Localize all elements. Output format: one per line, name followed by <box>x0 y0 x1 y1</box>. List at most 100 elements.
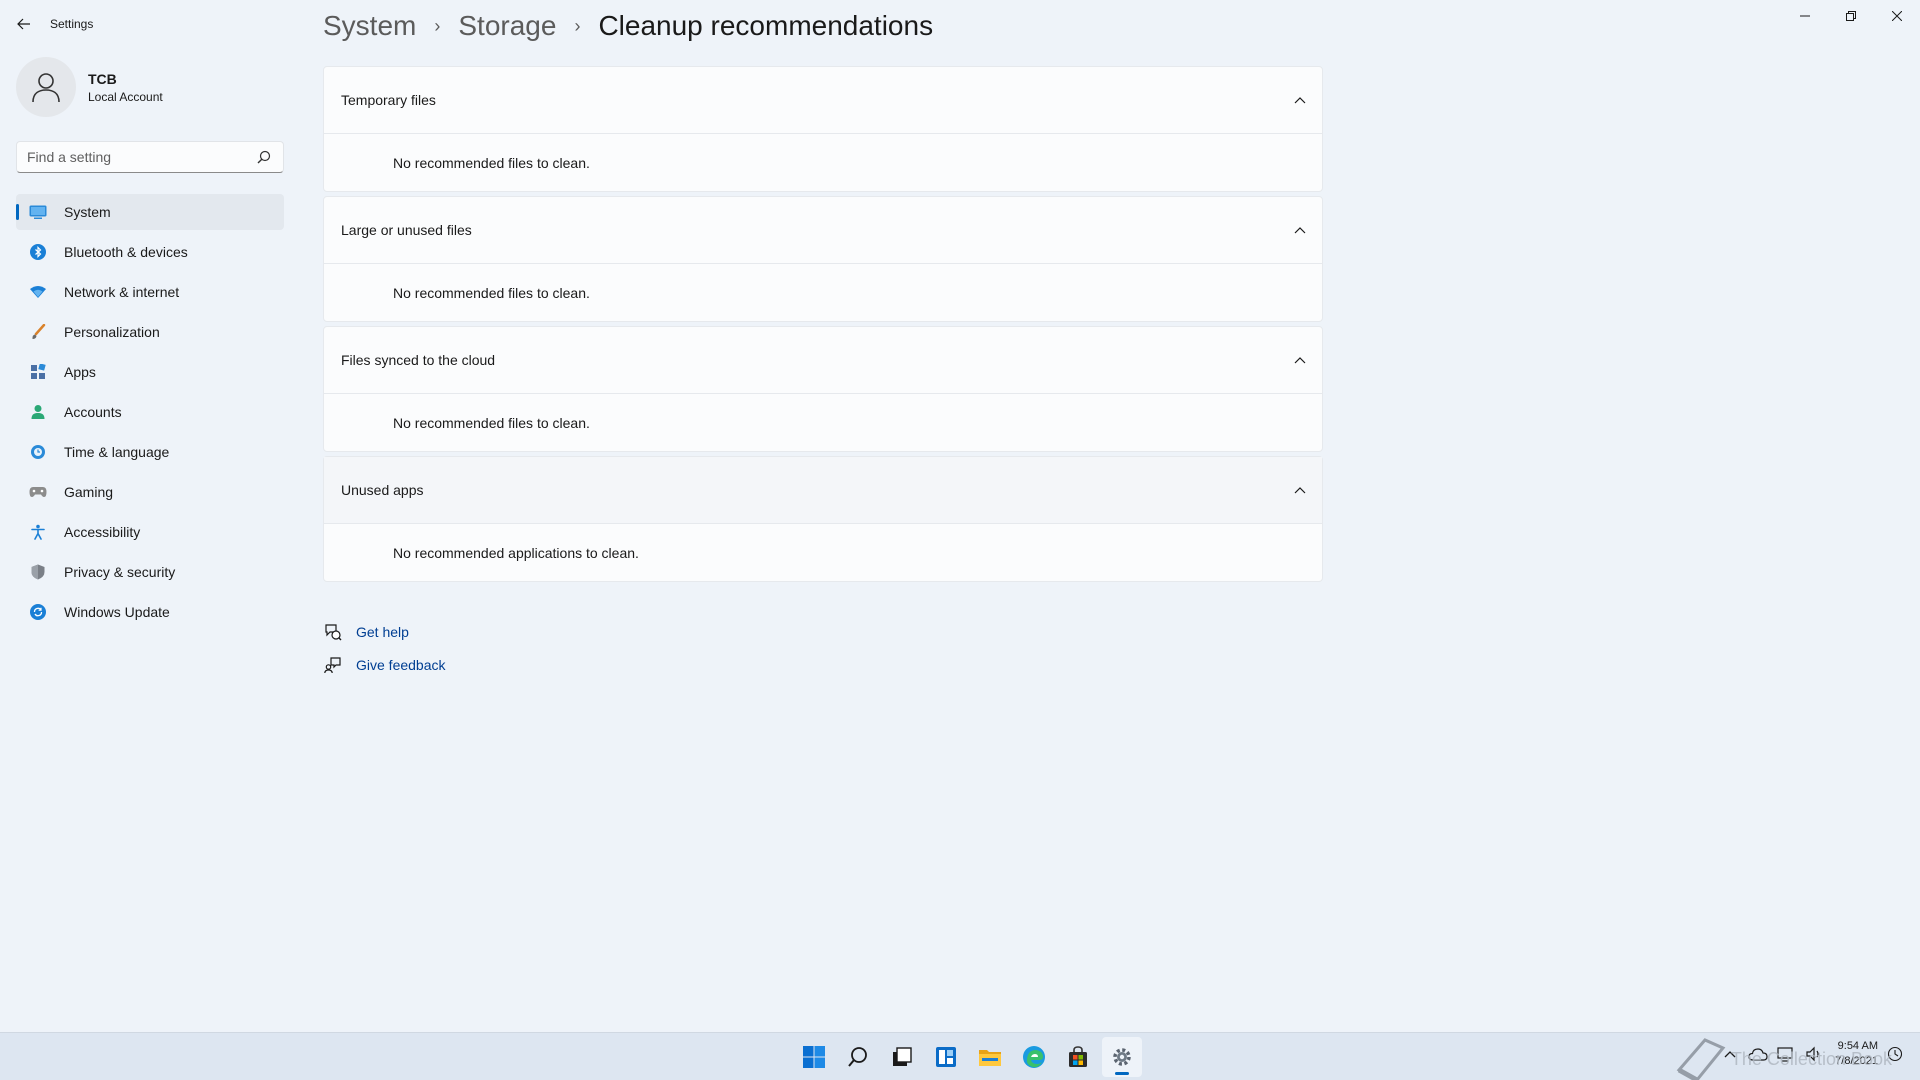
section-unused-apps: Unused apps No recommended applications … <box>323 456 1323 582</box>
accessibility-icon <box>28 522 48 542</box>
section-message: No recommended applications to clean. <box>393 544 639 561</box>
sidebar-item-label: System <box>64 204 111 220</box>
sidebar-item-time-language[interactable]: Time & language <box>16 434 284 470</box>
sidebar-item-label: Network & internet <box>64 284 180 300</box>
avatar <box>16 57 76 117</box>
section-title: Temporary files <box>341 92 436 108</box>
taskbar-apps <box>794 1037 1146 1077</box>
chevron-up-icon <box>1294 357 1306 364</box>
section-title: Files synced to the cloud <box>341 352 496 368</box>
profile-name: TCB <box>88 70 117 87</box>
sidebar-item-gaming[interactable]: Gaming <box>16 474 284 510</box>
sidebar-item-accounts[interactable]: Accounts <box>16 394 284 430</box>
restore-icon <box>1846 11 1856 21</box>
chevron-right-icon: › <box>574 15 581 36</box>
sidebar-item-label: Gaming <box>64 484 114 500</box>
section-large-unused-files: Large or unused files No recommended fil… <box>323 196 1323 322</box>
account-type: Local Account <box>88 89 163 104</box>
back-arrow-icon <box>17 18 30 30</box>
minimize-button[interactable] <box>1782 0 1828 32</box>
folder-icon <box>979 1050 1001 1066</box>
widgets-button[interactable] <box>926 1037 966 1077</box>
breadcrumb-storage[interactable]: Storage <box>458 10 556 42</box>
minimize-icon <box>1800 15 1810 17</box>
search-icon <box>848 1047 867 1067</box>
back-button[interactable] <box>12 12 36 36</box>
sidebar-item-bluetooth[interactable]: Bluetooth & devices <box>16 234 284 270</box>
cleanup-sections: Temporary files No recommended files to … <box>323 66 1323 586</box>
sidebar-nav: System Bluetooth & devices Network & int… <box>16 194 284 634</box>
sidebar-item-windows-update[interactable]: Windows Update <box>16 594 284 630</box>
search-icon[interactable] <box>257 150 271 169</box>
sidebar-item-label: Accounts <box>64 404 122 420</box>
shield-icon <box>28 562 48 582</box>
chevron-up-icon <box>1294 487 1306 494</box>
link-label: Get help <box>356 623 409 640</box>
store-button[interactable] <box>1058 1037 1098 1077</box>
sidebar-item-label: Privacy & security <box>64 564 176 580</box>
sidebar-item-label: Accessibility <box>64 524 141 540</box>
help-chat-icon <box>323 622 343 642</box>
settings-app-button[interactable] <box>1102 1037 1142 1077</box>
person-avatar-icon <box>32 73 60 103</box>
task-view-icon <box>893 1047 912 1066</box>
watermark-text: The Collection Book <box>1730 1048 1892 1069</box>
sidebar-item-label: Bluetooth & devices <box>64 244 188 260</box>
search-box <box>16 141 284 173</box>
section-files-synced-cloud: Files synced to the cloud No recommended… <box>323 326 1323 452</box>
brush-icon <box>28 322 48 342</box>
feedback-icon <box>323 655 343 675</box>
section-title: Large or unused files <box>341 222 472 238</box>
window-controls <box>1782 0 1920 32</box>
sidebar-item-privacy[interactable]: Privacy & security <box>16 554 284 590</box>
person-icon <box>28 402 48 422</box>
sidebar-item-label: Personalization <box>64 324 160 340</box>
section-header[interactable]: Temporary files <box>324 67 1322 134</box>
section-message: No recommended files to clean. <box>393 414 590 431</box>
widgets-icon <box>936 1047 956 1067</box>
sidebar-item-personalization[interactable]: Personalization <box>16 314 284 350</box>
edge-browser-icon <box>1023 1046 1045 1068</box>
sidebar-item-apps[interactable]: Apps <box>16 354 284 390</box>
page-title: Cleanup recommendations <box>598 10 934 41</box>
monitor-icon <box>28 202 48 222</box>
user-profile[interactable]: TCB Local Account <box>16 57 163 117</box>
help-links: Get help Give feedback <box>323 615 446 681</box>
get-help-link[interactable]: Get help <box>323 615 446 648</box>
chevron-up-icon <box>1294 97 1306 104</box>
section-header[interactable]: Unused apps <box>324 457 1322 524</box>
sidebar-item-network[interactable]: Network & internet <box>16 274 284 310</box>
chevron-right-icon: › <box>434 15 441 36</box>
sidebar-item-label: Apps <box>64 364 96 380</box>
sidebar-item-accessibility[interactable]: Accessibility <box>16 514 284 550</box>
book-logo-icon <box>1676 1038 1726 1080</box>
start-button[interactable] <box>794 1037 834 1077</box>
section-message: No recommended files to clean. <box>393 284 590 301</box>
app-title: Settings <box>50 17 94 31</box>
windows-logo-icon <box>803 1046 825 1068</box>
link-label: Give feedback <box>356 656 446 673</box>
breadcrumb: System › Storage › Cleanup recommendatio… <box>323 10 933 42</box>
section-message: No recommended files to clean. <box>393 154 590 171</box>
update-icon <box>28 602 48 622</box>
restore-button[interactable] <box>1828 0 1874 32</box>
apps-icon <box>28 362 48 382</box>
breadcrumb-system[interactable]: System <box>323 10 416 42</box>
store-bag-icon <box>1069 1046 1087 1067</box>
close-button[interactable] <box>1874 0 1920 32</box>
wifi-icon <box>28 282 48 302</box>
file-explorer-button[interactable] <box>970 1037 1010 1077</box>
sidebar-item-system[interactable]: System <box>16 194 284 230</box>
task-view-button[interactable] <box>882 1037 922 1077</box>
edge-browser-button[interactable] <box>1014 1037 1054 1077</box>
bluetooth-icon <box>28 242 48 262</box>
taskbar-search-button[interactable] <box>838 1037 878 1077</box>
section-temporary-files: Temporary files No recommended files to … <box>323 66 1323 192</box>
section-title: Unused apps <box>341 482 424 498</box>
sidebar-item-label: Windows Update <box>64 604 170 620</box>
search-input[interactable] <box>17 149 247 165</box>
section-header[interactable]: Large or unused files <box>324 197 1322 264</box>
section-header[interactable]: Files synced to the cloud <box>324 327 1322 394</box>
give-feedback-link[interactable]: Give feedback <box>323 648 446 681</box>
controller-icon <box>28 482 48 502</box>
